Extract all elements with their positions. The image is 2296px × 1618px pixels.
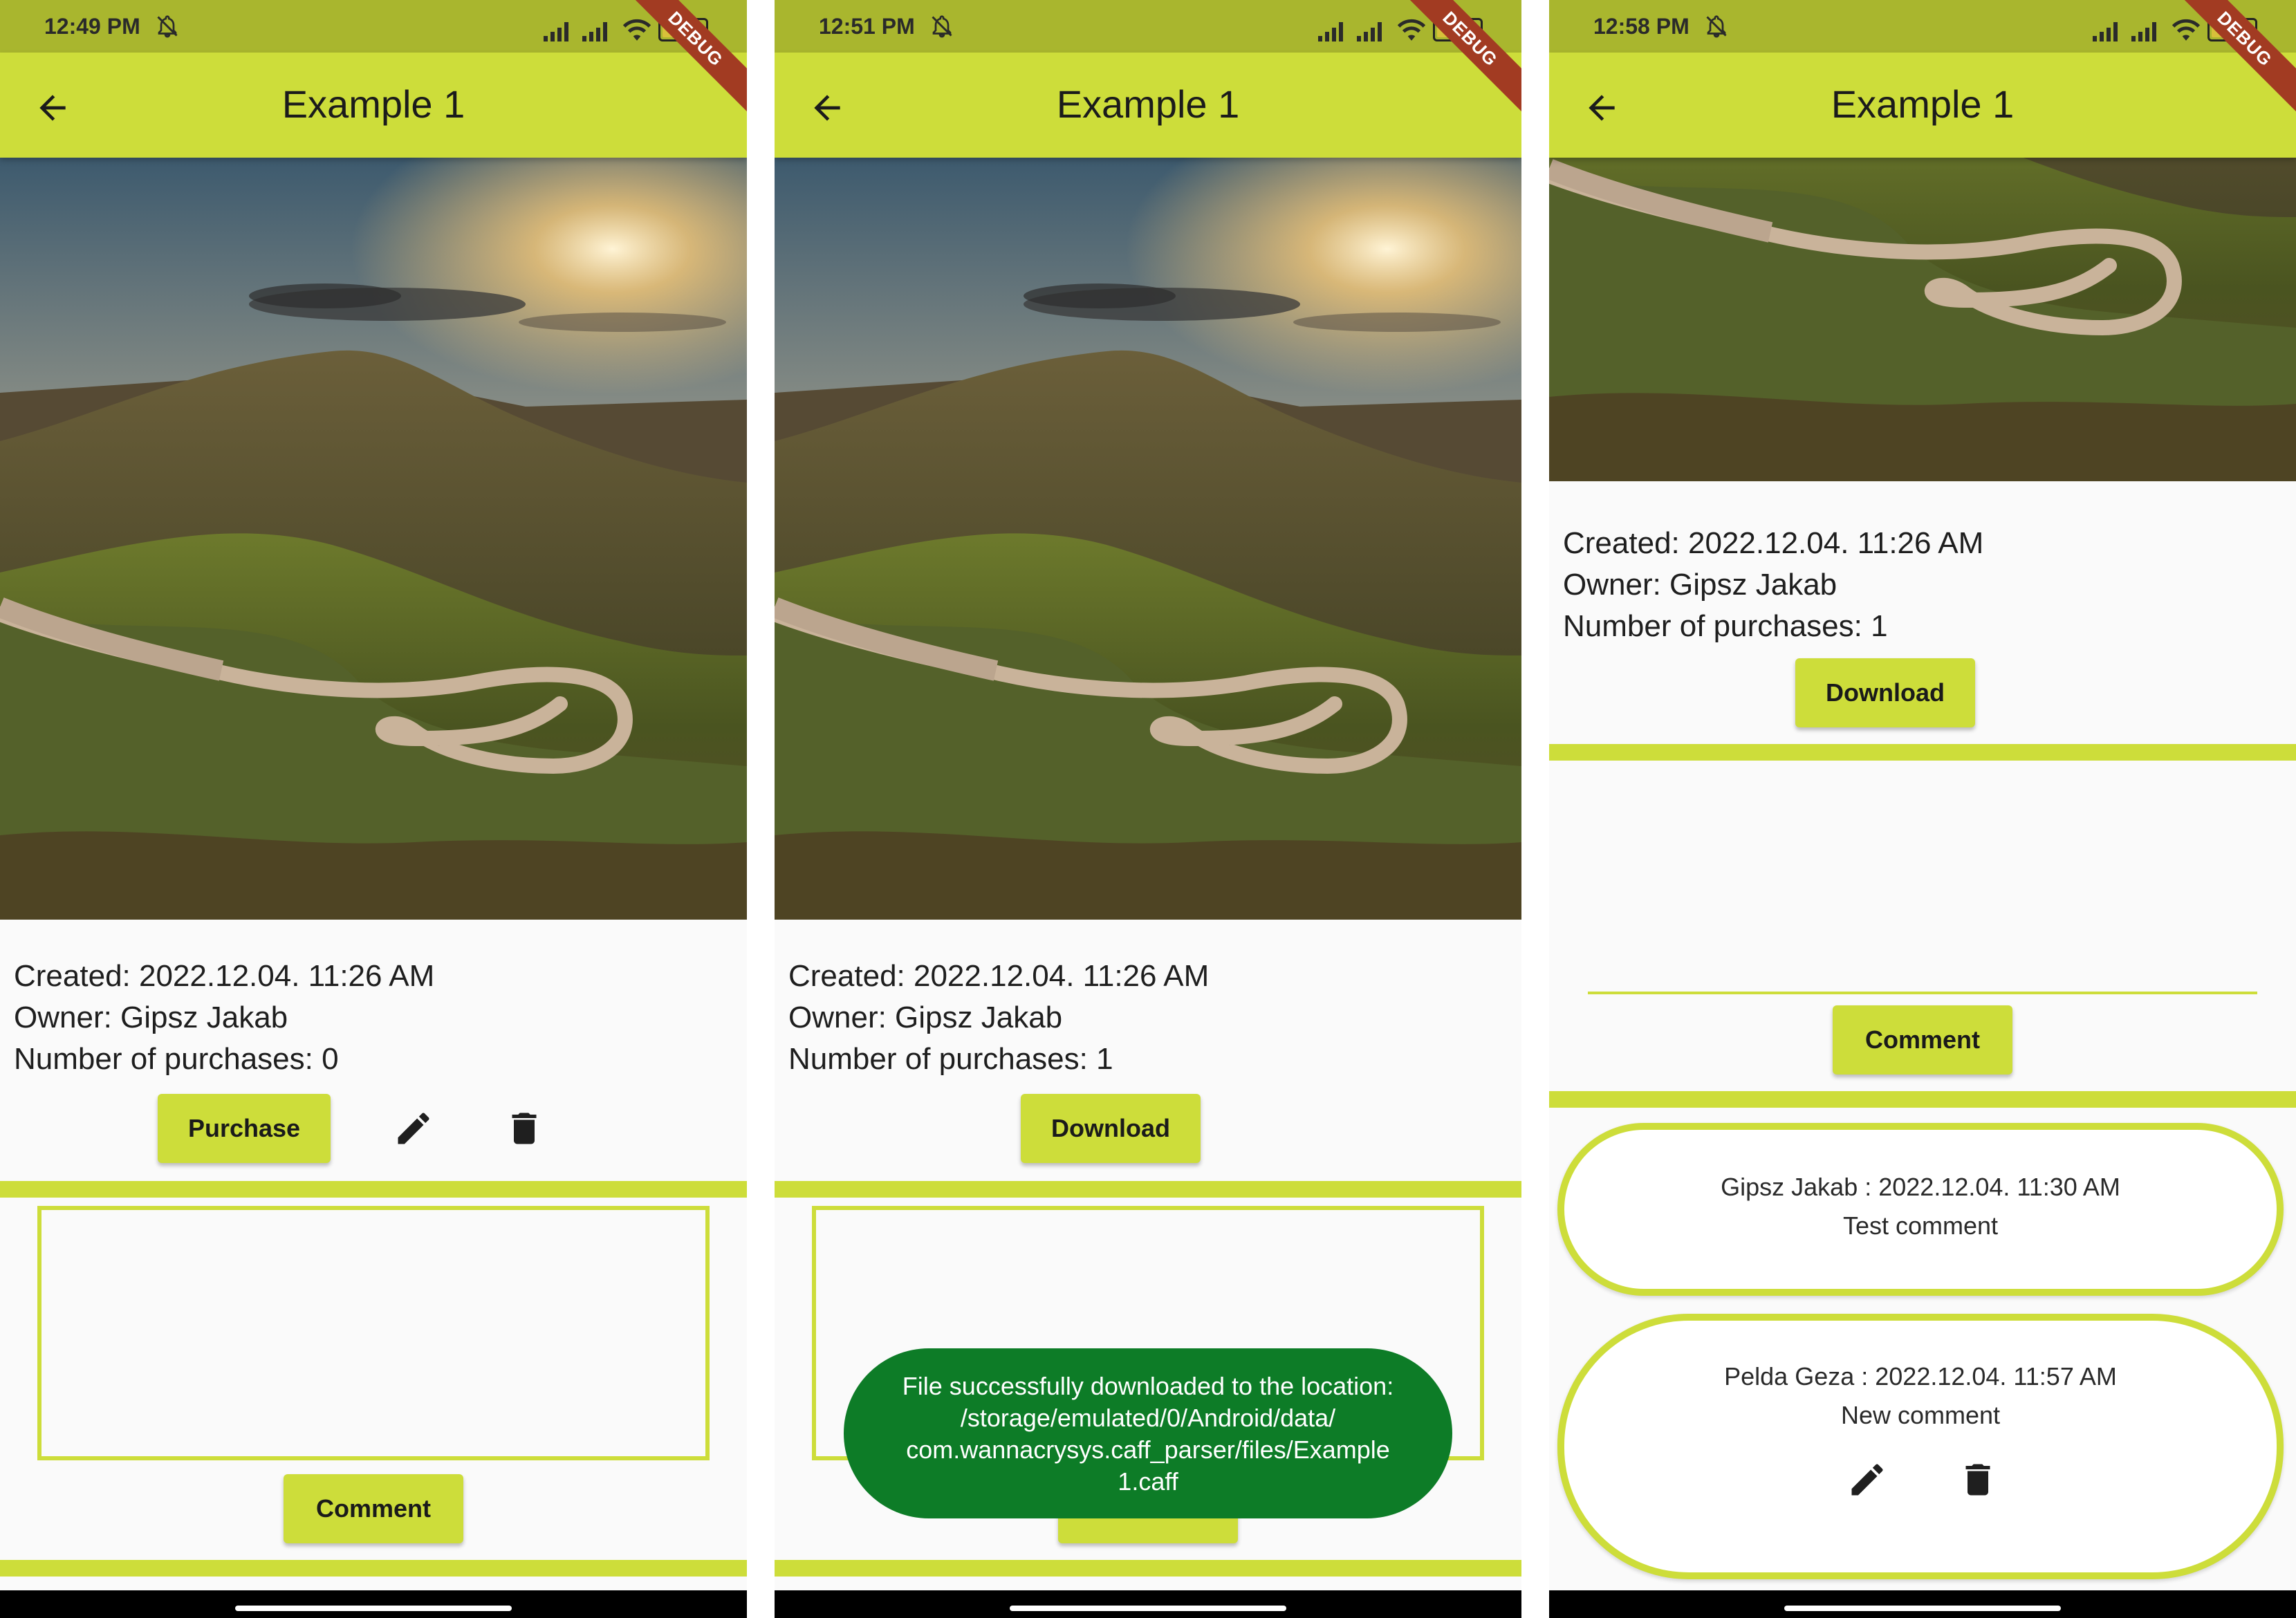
edit-pencil-icon[interactable] [393,1108,434,1149]
comment-header: Gipsz Jakab : 2022.12.04. 11:30 AM [1721,1173,2120,1201]
signal-icon [544,19,574,41]
screen-download-toast: 12:51 PM 96 Example 1 DEBUG Created: 202… [775,0,1521,1618]
purchases-label: Number of purchases: 1 [788,1042,1113,1076]
owner-label: Owner: Gipsz Jakab [1563,568,1837,602]
mute-icon [155,14,180,39]
signal-icon [1318,19,1349,41]
comment-card: Gipsz Jakab : 2022.12.04. 11:30 AM Test … [1557,1123,2284,1296]
home-indicator[interactable] [235,1606,512,1611]
caff-preview-image [1549,158,2296,481]
toast-line: /storage/emulated/0/Android/data/ [960,1404,1336,1432]
status-bar: 12:58 PM 94 [1549,0,2296,53]
navigation-bar [775,1590,1521,1618]
comment-text: New comment [1840,1401,2001,1429]
caff-preview-image [775,158,1521,920]
signal-icon [2131,19,2162,41]
toast-line: File successfully downloaded to the loca… [902,1372,1394,1400]
signal-icon [1357,19,1387,41]
delete-trash-icon[interactable] [503,1108,545,1149]
edit-pencil-icon[interactable] [1846,1459,1888,1500]
wifi-icon [622,18,651,41]
status-bar: 12:51 PM 96 [775,0,1521,53]
status-time: 12:58 PM [1593,14,1689,39]
screen-purchase: 12:49 PM 96 Example 1 DEBUG Created: 202… [0,0,747,1618]
owner-label: Owner: Gipsz Jakab [788,1001,1063,1034]
signal-icon [2093,19,2123,41]
home-indicator[interactable] [1784,1606,2061,1611]
owner-label: Owner: Gipsz Jakab [14,1001,288,1034]
page-title: Example 1 [1831,82,2015,126]
purchases-label: Number of purchases: 1 [1563,609,1888,643]
comment-text: Test comment [1842,1211,1999,1240]
created-label: Created: 2022.12.04. 11:26 AM [1563,526,1984,560]
purchases-label: Number of purchases: 0 [14,1042,339,1076]
mute-icon [929,14,954,39]
navigation-bar [0,1590,747,1618]
divider [1549,1091,2296,1108]
comment-card: Pelda Geza : 2022.12.04. 11:57 AM New co… [1557,1314,2284,1579]
delete-trash-icon[interactable] [1957,1459,1999,1500]
download-button[interactable]: Download [1795,658,1975,727]
navigation-bar [1549,1590,2296,1618]
caff-preview-image [0,158,747,920]
page-title: Example 1 [1056,82,1240,126]
comment-button[interactable]: Comment [1833,1005,2012,1075]
comment-header: Pelda Geza : 2022.12.04. 11:57 AM [1724,1362,2117,1391]
divider [775,1560,1521,1577]
comment-input[interactable] [1588,992,2257,994]
status-time: 12:49 PM [44,14,140,39]
divider [0,1560,747,1577]
created-label: Created: 2022.12.04. 11:26 AM [14,959,435,993]
divider [775,1181,1521,1198]
mute-icon [1704,14,1729,39]
app-bar: Example 1 [0,53,747,158]
status-bar: 12:49 PM 96 [0,0,747,53]
wifi-icon [1397,18,1426,41]
app-bar: Example 1 [1549,53,2296,158]
comment-button[interactable]: Comment [284,1474,463,1543]
toast-line: com.wannacrysys.caff_parser/files/Exampl… [906,1435,1390,1464]
divider [0,1181,747,1198]
home-indicator[interactable] [1010,1606,1286,1611]
created-label: Created: 2022.12.04. 11:26 AM [788,959,1210,993]
screen-comments: 12:58 PM 94 Example 1 DEBUG Created: 202… [1549,0,2296,1618]
status-time: 12:51 PM [819,14,915,39]
divider [1549,744,2296,761]
app-bar: Example 1 [775,53,1521,158]
purchase-button[interactable]: Purchase [158,1094,331,1163]
download-toast: File successfully downloaded to the loca… [844,1348,1452,1518]
download-button[interactable]: Download [1021,1094,1201,1163]
toast-line: 1.caff [1118,1467,1178,1496]
page-title: Example 1 [281,82,465,126]
signal-icon [582,19,613,41]
comment-input[interactable] [37,1206,710,1460]
wifi-icon [2172,18,2201,41]
